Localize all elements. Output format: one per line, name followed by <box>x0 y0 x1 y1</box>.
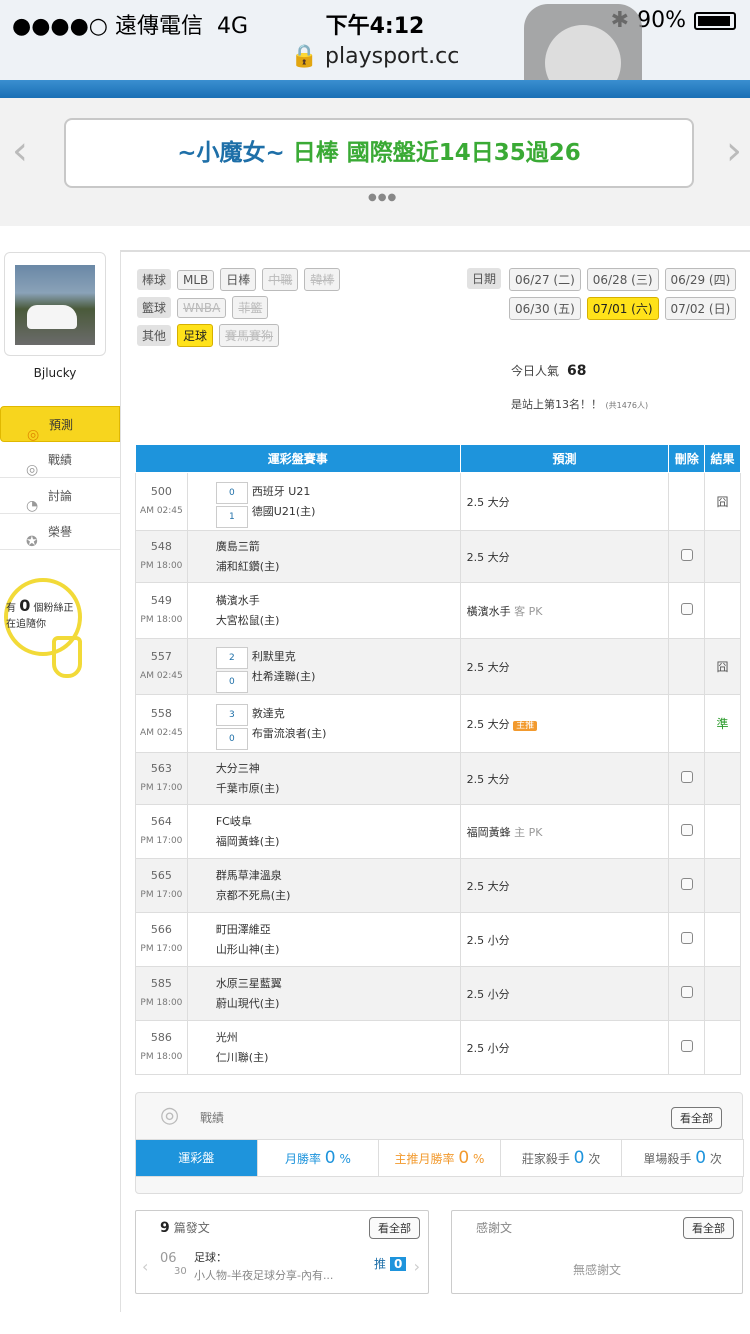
tab-lottery[interactable]: 運彩盤 <box>136 1140 258 1176</box>
table-row: 586 PM 18:00 光州 仁川聯(主) 2.5 小分 <box>135 1020 741 1075</box>
post-date: 06 30 <box>160 1251 187 1277</box>
banner-area: ‹ ~小魔女~ 日棒 國際盤近14日35過26 › ●●● <box>0 98 750 226</box>
delete-checkbox[interactable] <box>680 1040 693 1052</box>
main-pick-badge: 主推 <box>513 720 538 731</box>
prediction-table: 運彩盤賽事 預測 刪除 結果 500 AM 02:45 0 1 西班牙 U21 德國U2… <box>135 444 741 1075</box>
carousel-dots: ●●● <box>368 192 398 203</box>
post-item[interactable]: 足球： 小人物-半夜足球分享-內有... <box>194 1249 333 1285</box>
popularity: 今日人氣 68 <box>511 363 587 379</box>
table-row: 585 PM 18:00 水原三星藍翼 蔚山現代(主) 2.5 小分 <box>135 966 741 1021</box>
chevron-right-icon[interactable]: › <box>726 128 742 174</box>
rank-text: 是站上第13名！！ (共1476人) <box>511 398 649 411</box>
col-pick: 預測 <box>459 444 670 473</box>
banner[interactable]: ~小魔女~ 日棒 國際盤近14日35過26 <box>64 118 694 188</box>
category-label: 其他 <box>137 325 172 346</box>
sidebar-item-discuss[interactable]: ◔ 討論 <box>0 478 120 514</box>
tab-mlb[interactable]: MLB <box>177 269 215 290</box>
table-row: 558 AM 02:45 3 0 敦達克 布雷流浪者(主) 2.5 大分 主推準 <box>135 694 741 753</box>
battery-icon <box>694 11 736 30</box>
record-icon: ◎ <box>160 1103 180 1128</box>
category-label: 棒球 <box>137 269 172 290</box>
banker-killer: 莊家殺手 0 次 <box>501 1140 623 1176</box>
avatar[interactable] <box>15 265 95 345</box>
delete-checkbox[interactable] <box>680 878 693 890</box>
table-row: 548 PM 18:00 廣島三箭 浦和紅鑽(主) 2.5 大分 <box>135 530 741 583</box>
date-0702[interactable]: 07/02 (日) <box>664 297 737 320</box>
chevron-right-icon[interactable]: › <box>414 1257 420 1276</box>
thanks-view-all-button[interactable]: 看全部 <box>683 1217 734 1239</box>
tab-npb[interactable]: 日棒 <box>220 268 257 291</box>
date-0628[interactable]: 06/28 (三) <box>586 268 659 291</box>
fans-text: 有 0 個粉絲正 在追隨你 <box>6 596 74 630</box>
tab-racing: 賽馬賽狗 <box>219 324 280 347</box>
delete-checkbox[interactable] <box>680 986 693 998</box>
sidebar-item-predict[interactable]: ◎ 預測 <box>0 406 120 443</box>
date-0629[interactable]: 06/29 (四) <box>664 268 737 291</box>
table-row: 549 PM 18:00 橫濱水手 大宮松鼠(主) 橫濱水手 客 PK <box>135 582 741 639</box>
date-0627[interactable]: 06/27 (二) <box>509 268 581 291</box>
tab-pba: 菲籃 <box>232 296 269 319</box>
view-all-button[interactable]: 看全部 <box>671 1107 722 1129</box>
medal-icon: ✪ <box>26 534 38 550</box>
col-delete: 刪除 <box>668 444 706 473</box>
chevron-left-icon[interactable]: ‹ <box>12 128 28 174</box>
category-other: 其他 足球 賽馬賽狗 <box>137 324 280 347</box>
avatar-frame <box>4 252 106 356</box>
table-row: 500 AM 02:45 0 1 西班牙 U21 德國U21(主) 2.5 大分囧 <box>135 472 741 531</box>
col-result: 結果 <box>704 444 741 473</box>
delete-checkbox[interactable] <box>680 771 693 783</box>
col-match: 運彩盤賽事 <box>135 444 461 473</box>
sidebar-item-record[interactable]: ◎ 戰績 <box>0 442 120 478</box>
main-pick-win-rate: 主推月勝率 0 % <box>379 1140 501 1176</box>
posts-panel: 9 篇發文 看全部 ‹ 06 30 足球： 小人物-半夜足球分享-內有... 推0 › <box>135 1210 429 1294</box>
posts-count: 9 篇發文 <box>160 1220 210 1236</box>
table-row: 566 PM 17:00 町田澤維亞 山形山神(主) 2.5 小分 <box>135 912 741 967</box>
tab-kbo: 韓棒 <box>304 268 341 291</box>
category-label: 籃球 <box>137 297 172 318</box>
table-row: 557 AM 02:45 2 0 利默里克 杜希達聯(主) 2.5 大分囧 <box>135 638 741 695</box>
month-win-rate: 月勝率 0 % <box>258 1140 380 1176</box>
username: Bjlucky <box>33 366 77 380</box>
main-content: 棒球 MLB 日棒 中職 韓棒 籃球 WNBA 菲籃 其他 足球 賽馬賽狗 日期… <box>120 250 750 1312</box>
date-0630[interactable]: 06/30 (五) <box>509 297 581 320</box>
single-killer: 單場殺手 0 次 <box>622 1140 744 1176</box>
thanks-panel: 感謝文 看全部 無感謝文 <box>451 1210 743 1294</box>
sidebar-menu: ◎ 預測 ◎ 戰績 ◔ 討論 ✪ 榮譽 <box>0 406 120 550</box>
delete-checkbox[interactable] <box>680 932 693 944</box>
table-row: 564 PM 17:00 FC岐阜 福岡黃蜂(主) 福岡黃蜂 主 PK <box>135 804 741 859</box>
date-0701[interactable]: 07/01 (六) <box>586 297 659 320</box>
push-count: 推0 <box>374 1255 407 1272</box>
tab-cpbl: 中職 <box>262 268 299 291</box>
delete-checkbox[interactable] <box>680 549 693 561</box>
category-baseball: 棒球 MLB 日棒 中職 韓棒 <box>137 268 341 291</box>
posts-view-all-button[interactable]: 看全部 <box>369 1217 420 1239</box>
lock-icon: 🔒 <box>290 44 319 69</box>
delete-checkbox[interactable] <box>680 603 693 615</box>
header-strip <box>0 80 750 98</box>
chevron-left-icon[interactable]: ‹ <box>142 1257 148 1276</box>
sidebar-item-honor[interactable]: ✪ 榮譽 <box>0 514 120 550</box>
category-basketball: 籃球 WNBA 菲籃 <box>137 296 269 319</box>
table-row: 563 PM 17:00 大分三神 千葉市原(主) 2.5 大分 <box>135 752 741 805</box>
delete-checkbox[interactable] <box>680 824 693 836</box>
date-label: 日期 <box>467 268 502 289</box>
thanks-title: 感謝文 <box>476 1221 513 1235</box>
tab-soccer[interactable]: 足球 <box>177 324 214 347</box>
performance-panel: ◎ 戰績 看全部 運彩盤 月勝率 0 % 主推月勝率 0 % 莊家殺手 0 次 … <box>135 1092 744 1194</box>
performance-title: 戰績 <box>200 1111 225 1125</box>
table-row: 565 PM 17:00 群馬草津溫泉 京都不死鳥(主) 2.5 大分 <box>135 858 741 913</box>
bulb-base <box>52 636 82 678</box>
no-thanks-text: 無感謝文 <box>572 1263 621 1277</box>
tab-wnba: WNBA <box>177 297 227 318</box>
